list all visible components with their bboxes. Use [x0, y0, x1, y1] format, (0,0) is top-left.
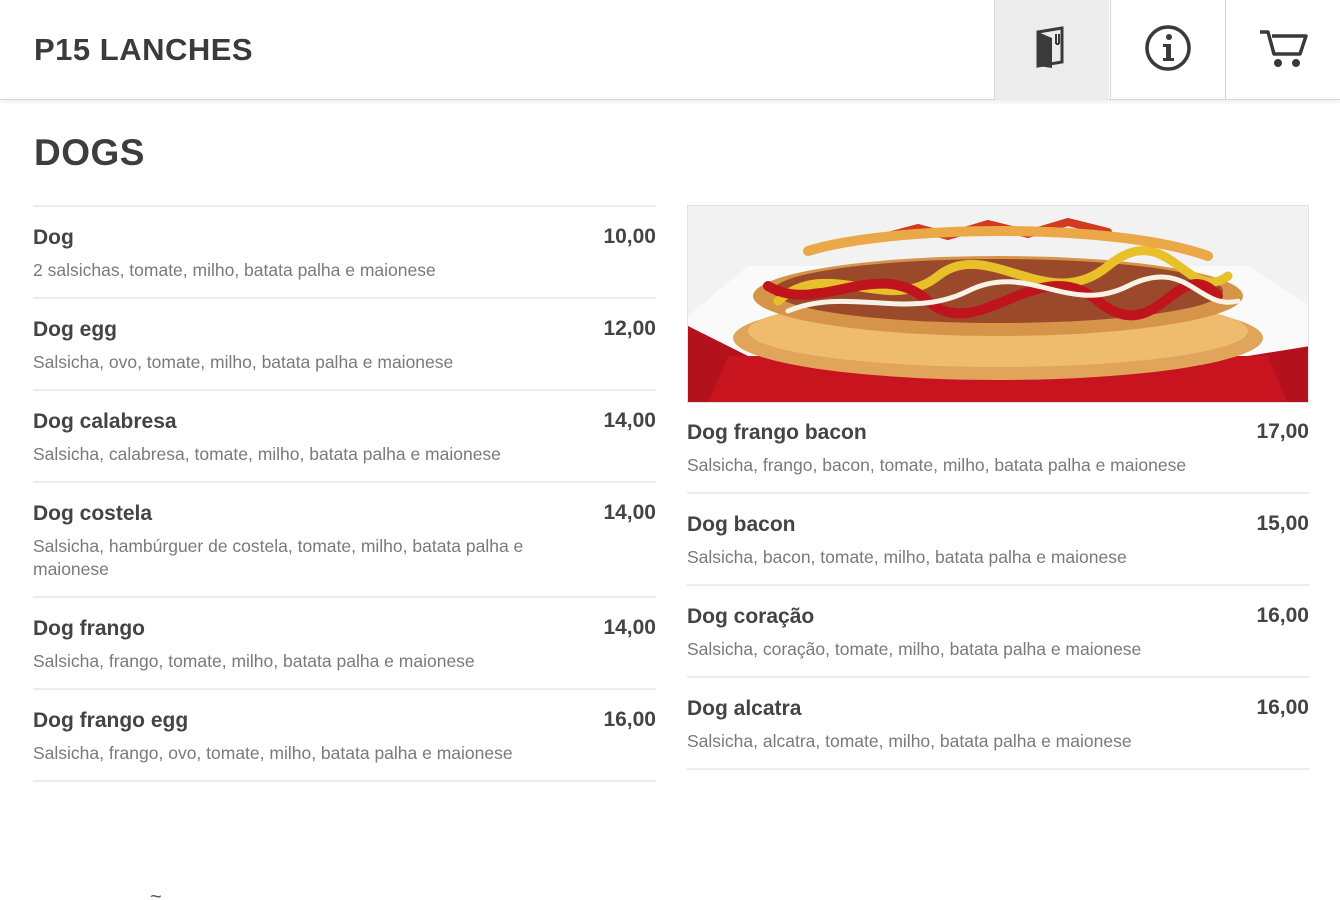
- menu-item[interactable]: Dog frango egg 16,00 Salsicha, frango, o…: [33, 688, 656, 782]
- menu-item[interactable]: Dog costela 14,00 Salsicha, hambúrguer d…: [33, 481, 656, 596]
- item-name: Dog costela: [33, 502, 153, 525]
- app-title[interactable]: P15 LANCHES: [34, 32, 253, 68]
- info-icon: [1144, 24, 1192, 77]
- item-price: 16,00: [603, 708, 656, 731]
- top-bar: P15 LANCHES: [0, 0, 1340, 100]
- item-description: Salsicha, coração, tomate, milho, batata…: [687, 639, 1142, 659]
- item-description: Salsicha, frango, bacon, tomate, milho, …: [687, 455, 1187, 475]
- item-price: 14,00: [603, 616, 656, 639]
- info-nav-button[interactable]: [1110, 0, 1225, 100]
- item-name: Dog alcatra: [687, 697, 802, 720]
- item-price: 10,00: [603, 225, 656, 248]
- menu-item[interactable]: Dog bacon 15,00 Salsicha, bacon, tomate,…: [687, 492, 1309, 584]
- item-name: Dog calabresa: [33, 410, 177, 433]
- hot-dog-photo[interactable]: [687, 205, 1309, 403]
- item-price: 15,00: [1256, 512, 1309, 535]
- item-name: Dog coração: [687, 605, 815, 628]
- menu-nav-button[interactable]: [994, 0, 1109, 100]
- menu-book-icon: [1032, 25, 1072, 75]
- item-description: Salsicha, hambúrguer de costela, tomate,…: [33, 536, 524, 579]
- item-price: 14,00: [603, 501, 656, 524]
- menu-item[interactable]: Dog coração 16,00 Salsicha, coração, tom…: [687, 584, 1309, 676]
- item-name: Dog bacon: [687, 513, 796, 536]
- item-description: Salsicha, frango, tomate, milho, batata …: [33, 651, 475, 671]
- menu-list-right: Dog frango bacon 17,00 Salsicha, frango,…: [687, 205, 1309, 770]
- section-title: DOGS: [34, 132, 145, 173]
- item-price: 14,00: [603, 409, 656, 432]
- item-description: Salsicha, calabresa, tomate, milho, bata…: [33, 444, 501, 464]
- item-price: 17,00: [1256, 420, 1309, 443]
- item-description: Salsicha, alcatra, tomate, milho, batata…: [687, 731, 1132, 751]
- cart-icon: [1258, 26, 1308, 75]
- item-description: Salsicha, ovo, tomate, milho, batata pal…: [33, 352, 454, 372]
- menu-list-left: Dog 10,00 2 salsichas, tomate, milho, ba…: [33, 205, 656, 782]
- item-description: 2 salsichas, tomate, milho, batata palha…: [33, 260, 436, 280]
- menu-item[interactable]: Dog frango bacon 17,00 Salsicha, frango,…: [687, 417, 1309, 492]
- item-name: Dog frango bacon: [687, 421, 867, 444]
- menu-item[interactable]: Dog alcatra 16,00 Salsicha, alcatra, tom…: [687, 676, 1309, 770]
- item-price: 12,00: [603, 317, 656, 340]
- next-section-partial: ~: [150, 886, 162, 900]
- item-price: 16,00: [1256, 604, 1309, 627]
- item-description: Salsicha, bacon, tomate, milho, batata p…: [687, 547, 1127, 567]
- menu-item[interactable]: Dog egg 12,00 Salsicha, ovo, tomate, mil…: [33, 297, 656, 389]
- item-price: 16,00: [1256, 696, 1309, 719]
- item-name: Dog frango: [33, 617, 145, 640]
- cart-nav-button[interactable]: [1225, 0, 1340, 100]
- menu-item[interactable]: Dog 10,00 2 salsichas, tomate, milho, ba…: [33, 205, 656, 297]
- item-name: Dog frango egg: [33, 709, 189, 732]
- menu-item[interactable]: Dog frango 14,00 Salsicha, frango, tomat…: [33, 596, 656, 688]
- menu-item[interactable]: Dog calabresa 14,00 Salsicha, calabresa,…: [33, 389, 656, 481]
- item-name: Dog egg: [33, 318, 117, 341]
- item-name: Dog: [33, 226, 74, 249]
- item-description: Salsicha, frango, ovo, tomate, milho, ba…: [33, 743, 513, 763]
